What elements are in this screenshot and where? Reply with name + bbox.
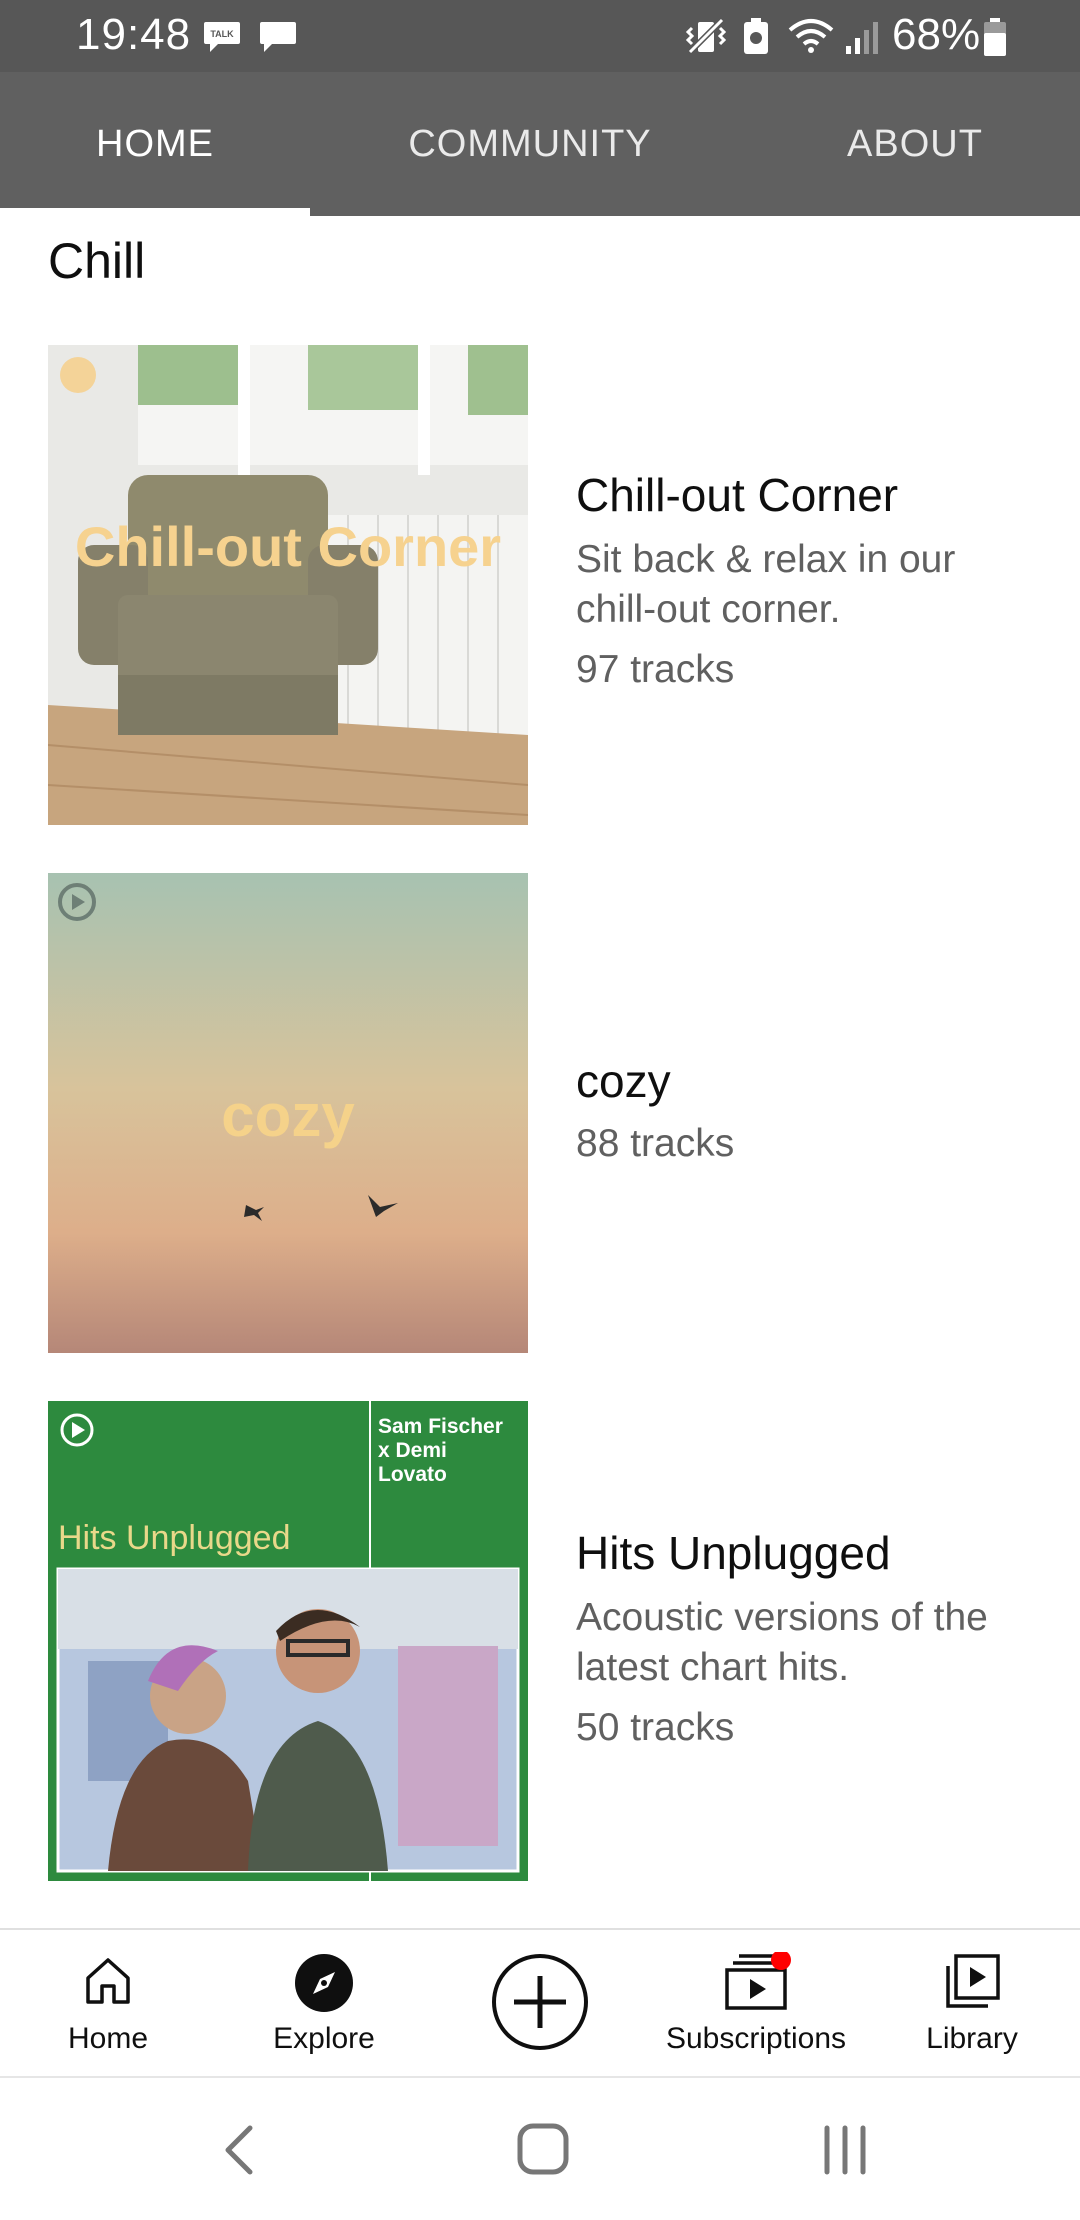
playlist-meta: Hits Unplugged Acoustic versions of the …: [576, 1525, 1036, 1753]
playlist-card-cozy[interactable]: cozy cozy 88 tracks: [0, 873, 1080, 1353]
shelf-title: Chill: [48, 233, 146, 289]
message-icon: [260, 22, 296, 52]
playlist-meta: Chill-out Corner Sit back & relax in our…: [576, 467, 1036, 695]
compass-icon: [295, 1954, 353, 2012]
battery-saver-icon: [744, 18, 768, 54]
cover-title-text: Chill-out Corner: [74, 515, 502, 578]
playlist-track-count: 88 tracks: [576, 1122, 735, 1165]
wifi-icon: [788, 19, 834, 53]
channel-tabs: HOME COMMUNITY ABOUT: [0, 72, 1080, 216]
nav-home[interactable]: Home: [0, 1930, 216, 2076]
vibrate-icon: [686, 18, 726, 55]
playlist-description: Sit back & relax in our chill-out corner…: [576, 538, 956, 631]
tab-community[interactable]: COMMUNITY: [310, 72, 750, 216]
create-plus-icon: [492, 1954, 588, 2050]
cover-artist-text: Sam Fischer x Demi Lovato: [378, 1415, 503, 1486]
nav-library[interactable]: Library: [864, 1930, 1080, 2076]
cover-title-text: cozy: [221, 1082, 355, 1149]
home-icon: [86, 1958, 130, 2004]
playlist-thumbnail[interactable]: Chill-out Corner: [48, 345, 528, 825]
back-icon[interactable]: [196, 2108, 286, 2192]
playlist-title[interactable]: Hits Unplugged: [576, 1525, 1036, 1581]
cover-title-text: Hits Unplugged: [58, 1519, 291, 1557]
nav-explore[interactable]: Explore: [216, 1930, 432, 2076]
playlist-description: Acoustic versions of the latest chart hi…: [576, 1596, 988, 1689]
system-navigation-bar: [0, 2076, 1080, 2220]
playlist-track-count: 97 tracks: [576, 648, 735, 691]
nav-library-label: Library: [926, 2022, 1018, 2055]
recent-apps-icon[interactable]: [800, 2108, 890, 2192]
status-bar: 19:48 TALK 68%: [0, 0, 1080, 72]
playlist-card-chill-out-corner[interactable]: Chill-out Corner Chill-out Corner Sit ba…: [0, 345, 1080, 825]
nav-create[interactable]: [432, 1930, 648, 2076]
playlist-title[interactable]: Chill-out Corner: [576, 467, 1036, 523]
playlist-track-count: 50 tracks: [576, 1706, 735, 1749]
status-time: 19:48: [76, 10, 192, 59]
playlist-title[interactable]: cozy: [576, 1053, 1036, 1109]
signal-icon: [846, 22, 878, 54]
tab-home[interactable]: HOME: [0, 72, 310, 216]
nav-home-label: Home: [67, 2022, 149, 2055]
battery-icon: [984, 18, 1006, 56]
active-tab-indicator: [0, 208, 310, 216]
home-button-icon[interactable]: [498, 2108, 588, 2192]
talk-icon: TALK: [204, 22, 240, 52]
subscriptions-icon: [725, 1952, 791, 2010]
battery-percentage: 68%: [892, 10, 981, 59]
tab-about[interactable]: ABOUT: [750, 72, 1080, 216]
playlist-meta: cozy 88 tracks: [576, 1053, 1036, 1169]
playlist-thumbnail[interactable]: cozy: [48, 873, 528, 1353]
chill-out-corner-cover-art: [48, 345, 528, 825]
nav-subscriptions[interactable]: Subscriptions: [648, 1930, 864, 2076]
bottom-navigation: Home Explore Subscriptions Library: [0, 1928, 1080, 2074]
playlist-thumbnail[interactable]: Hits Unplugged Sam Fischer x Demi Lovato: [48, 1401, 528, 1881]
nav-explore-label: Explore: [273, 2022, 375, 2055]
library-icon: [946, 1954, 1000, 2008]
playlist-card-hits-unplugged[interactable]: Hits Unplugged Sam Fischer x Demi Lovato…: [0, 1401, 1080, 1881]
nav-subscriptions-label: Subscriptions: [665, 2022, 847, 2055]
talk-badge-text: TALK: [210, 29, 234, 39]
notification-badge: [771, 1952, 791, 1970]
